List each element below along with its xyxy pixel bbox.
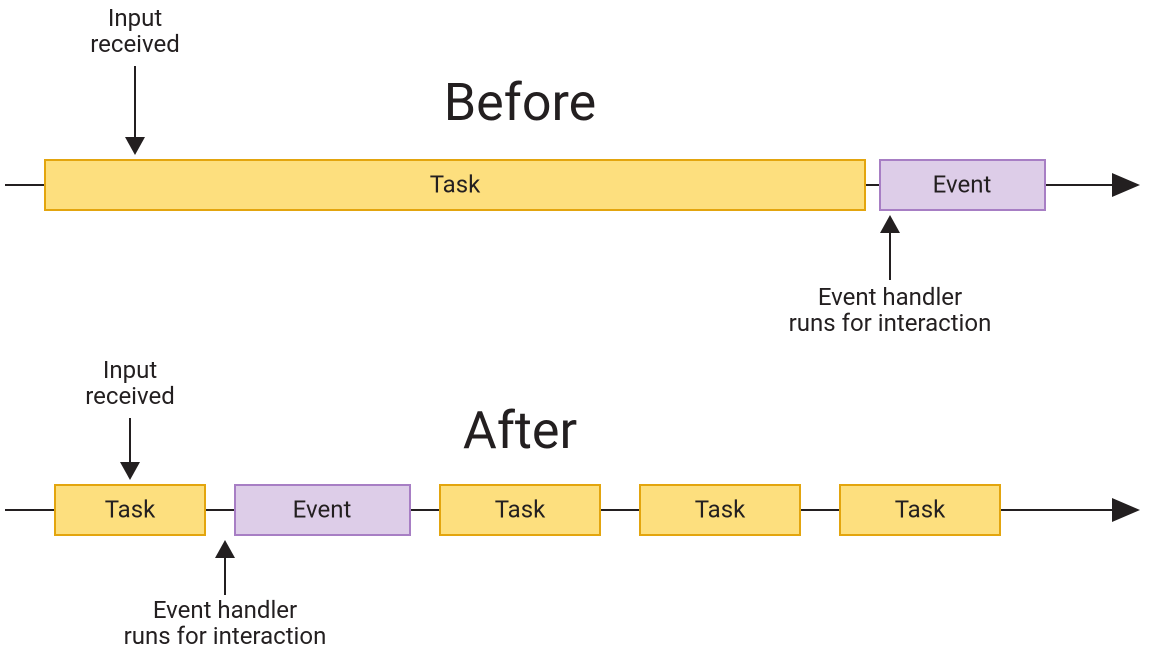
input-received-label-l1: Input <box>103 356 157 384</box>
after-event-handler-annotation: Event handler runs for interaction <box>124 540 327 647</box>
task-box-label: Task <box>695 495 746 523</box>
before-task-block: Task <box>45 160 865 210</box>
before-input-received-annotation: Input received <box>90 4 180 155</box>
input-received-label-l2: received <box>85 382 175 410</box>
arrow-up-head <box>215 540 235 558</box>
axis-arrowhead <box>1112 498 1140 522</box>
task-scheduling-diagram: Before Input received Task Event Event h… <box>0 0 1155 647</box>
after-task-block-3: Task <box>640 485 800 535</box>
axis-arrowhead <box>1112 173 1140 197</box>
after-section: After Input received Task Event Task <box>5 356 1140 647</box>
before-event-handler-annotation: Event handler runs for interaction <box>789 215 992 337</box>
before-title: Before <box>444 72 596 133</box>
after-title: After <box>463 400 577 461</box>
event-box-label: Event <box>293 495 352 523</box>
arrow-up-head <box>880 215 900 233</box>
input-received-label-l2: received <box>90 30 180 58</box>
arrow-down-head <box>120 462 140 480</box>
event-handler-label-l2: runs for interaction <box>789 309 992 337</box>
task-box-label: Task <box>495 495 546 523</box>
task-box-label: Task <box>430 170 481 198</box>
after-task-block-1: Task <box>55 485 205 535</box>
event-handler-label-l1: Event handler <box>153 596 297 624</box>
after-task-block-2: Task <box>440 485 600 535</box>
after-task-block-4: Task <box>840 485 1000 535</box>
before-section: Before Input received Task Event Event h… <box>5 4 1140 337</box>
arrow-down-head <box>125 137 145 155</box>
event-handler-label-l1: Event handler <box>818 283 962 311</box>
before-event-block: Event <box>880 160 1045 210</box>
event-handler-label-l2: runs for interaction <box>124 622 327 647</box>
task-box-label: Task <box>105 495 156 523</box>
input-received-label-l1: Input <box>108 4 162 32</box>
after-input-received-annotation: Input received <box>85 356 175 480</box>
event-box-label: Event <box>933 170 992 198</box>
task-box-label: Task <box>895 495 946 523</box>
after-event-block: Event <box>235 485 410 535</box>
